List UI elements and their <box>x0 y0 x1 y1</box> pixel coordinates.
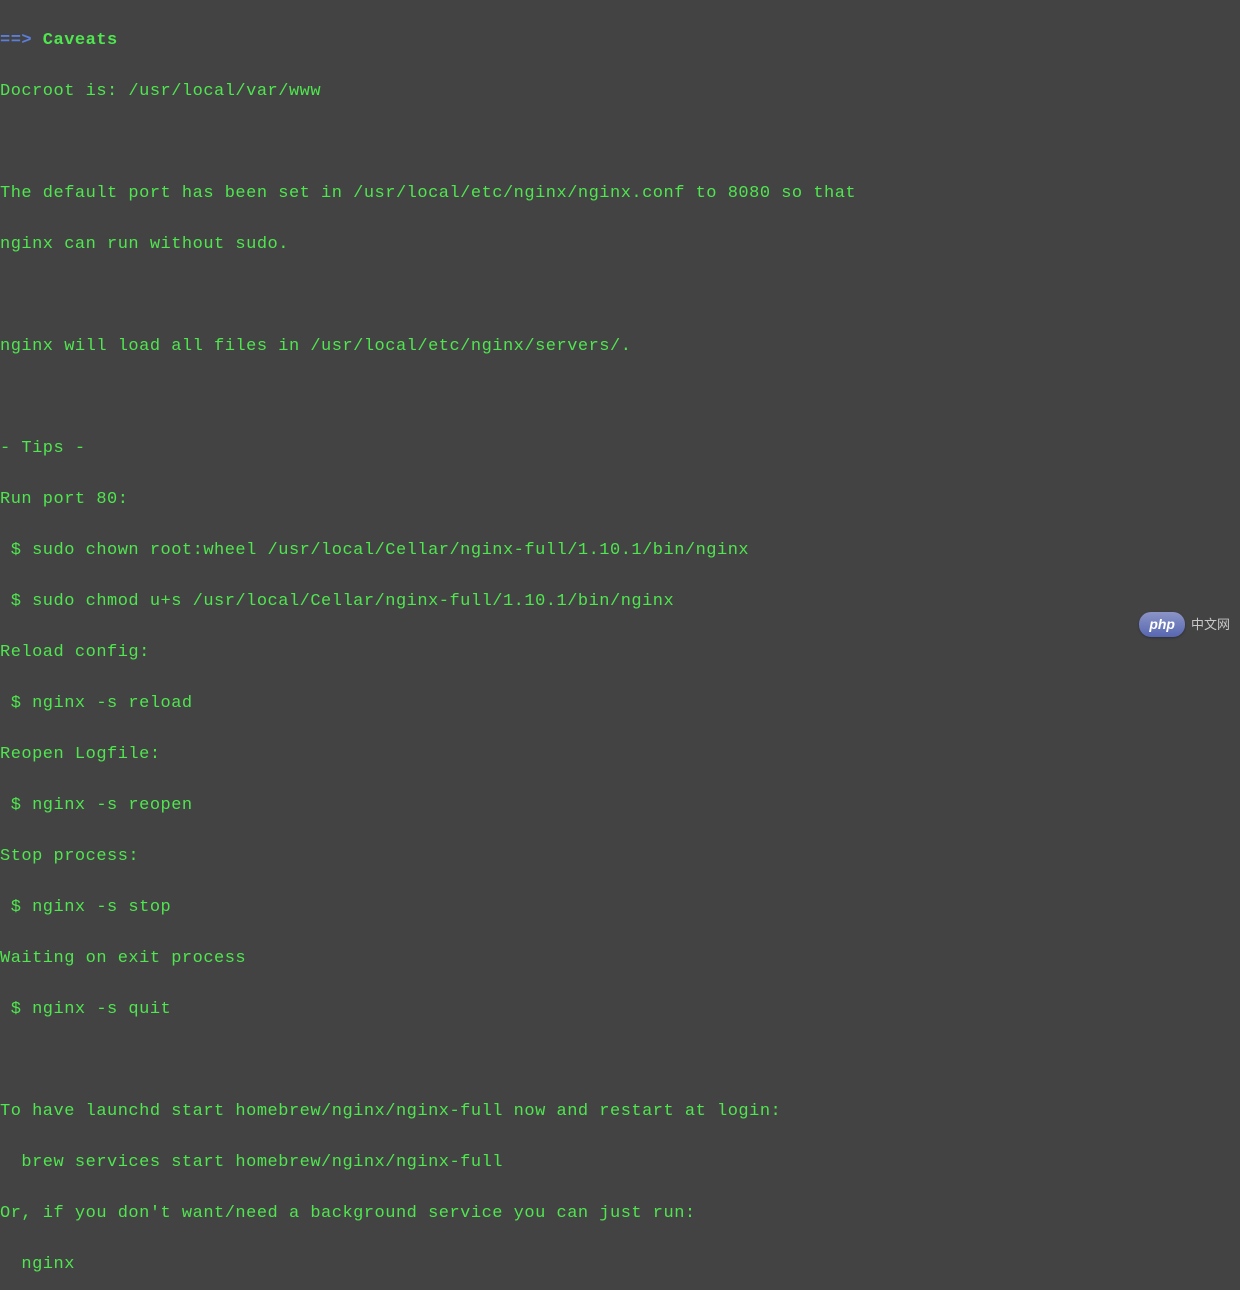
blank-line <box>0 283 1240 309</box>
nginx-reopen-line: $ nginx -s reopen <box>0 793 1240 819</box>
nginx-quit-line: $ nginx -s quit <box>0 997 1240 1023</box>
launchd-line: To have launchd start homebrew/nginx/ngi… <box>0 1099 1240 1125</box>
brew-services-line: brew services start homebrew/nginx/nginx… <box>0 1150 1240 1176</box>
watermark-text: 中文网 <box>1191 615 1230 635</box>
nginx-load-line: nginx will load all files in /usr/local/… <box>0 334 1240 360</box>
blank-line <box>0 130 1240 156</box>
default-port-line: The default port has been set in /usr/lo… <box>0 181 1240 207</box>
sudo-chown-line: $ sudo chown root:wheel /usr/local/Cella… <box>0 538 1240 564</box>
blank-line <box>0 385 1240 411</box>
nginx-cmd-line: nginx <box>0 1252 1240 1278</box>
run-port-line: Run port 80: <box>0 487 1240 513</box>
nginx-sudo-line: nginx can run without sudo. <box>0 232 1240 258</box>
terminal-output[interactable]: ==> Caveats Docroot is: /usr/local/var/w… <box>0 2 1240 1290</box>
docroot-line: Docroot is: /usr/local/var/www <box>0 79 1240 105</box>
blank-line <box>0 1048 1240 1074</box>
watermark: php 中文网 <box>1139 612 1230 637</box>
reopen-logfile-line: Reopen Logfile: <box>0 742 1240 768</box>
php-badge-icon: php <box>1139 612 1185 637</box>
sudo-chmod-line: $ sudo chmod u+s /usr/local/Cellar/nginx… <box>0 589 1240 615</box>
reload-config-line: Reload config: <box>0 640 1240 666</box>
caveats-header: Caveats <box>32 31 118 50</box>
waiting-exit-line: Waiting on exit process <box>0 946 1240 972</box>
tips-header: - Tips - <box>0 436 1240 462</box>
nginx-stop-line: $ nginx -s stop <box>0 895 1240 921</box>
stop-process-line: Stop process: <box>0 844 1240 870</box>
arrow-indicator: ==> <box>0 31 32 50</box>
or-if-line: Or, if you don't want/need a background … <box>0 1201 1240 1227</box>
nginx-reload-line: $ nginx -s reload <box>0 691 1240 717</box>
